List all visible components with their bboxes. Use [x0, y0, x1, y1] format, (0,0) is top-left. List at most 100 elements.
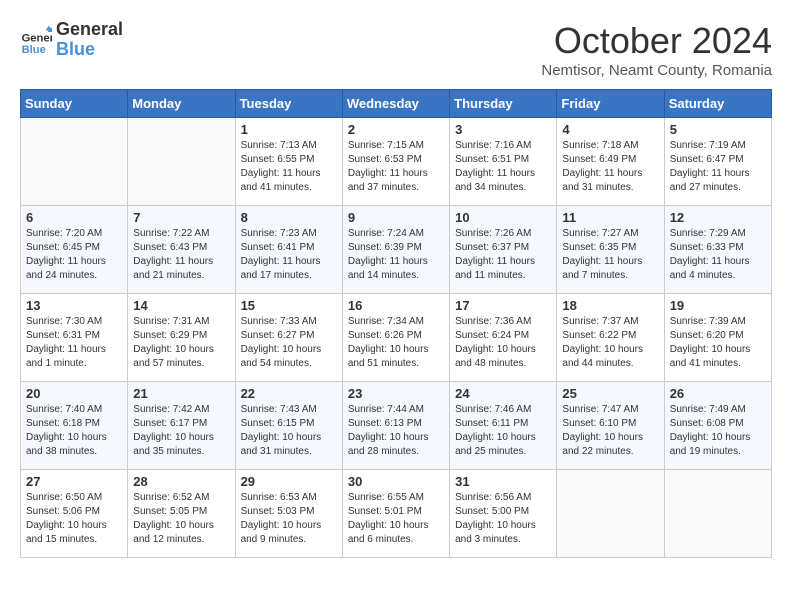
day-info: Sunrise: 7:31 AM Sunset: 6:29 PM Dayligh… [133, 315, 229, 371]
day-number: 18 [562, 298, 658, 313]
day-number: 14 [133, 298, 229, 313]
day-info: Sunrise: 7:34 AM Sunset: 6:26 PM Dayligh… [348, 315, 444, 371]
location: Nemtisor, Neamt County, Romania [541, 62, 772, 79]
calendar-cell: 21 Sunrise: 7:42 AM Sunset: 6:17 PM Dayli… [128, 382, 235, 470]
day-number: 12 [670, 210, 766, 225]
calendar-cell: 11Sunrise: 7:27 AM Sunset: 6:35 PM Dayli… [557, 206, 664, 294]
day-number: 8 [241, 210, 337, 225]
calendar-cell: 27 Sunrise: 6:50 AM Sunset: 5:06 PM Dayli… [21, 470, 128, 558]
calendar-header-thursday: Thursday [450, 90, 557, 118]
calendar-week-2: 6 Sunrise: 7:20 AM Sunset: 6:45 PM Daylig… [21, 206, 772, 294]
day-number: 20 [26, 386, 122, 401]
day-number: 22 [241, 386, 337, 401]
logo-blue: Blue [56, 40, 123, 60]
svg-text:General: General [22, 32, 52, 44]
calendar-cell: 26 Sunrise: 7:49 AM Sunset: 6:08 PM Dayli… [664, 382, 771, 470]
day-info: Sunrise: 7:16 AM Sunset: 6:51 PM Dayligh… [455, 139, 551, 195]
calendar-cell [21, 118, 128, 206]
calendar-cell: 5 Sunrise: 7:19 AM Sunset: 6:47 PM Daylig… [664, 118, 771, 206]
day-number: 10 [455, 210, 551, 225]
day-number: 21 [133, 386, 229, 401]
day-info: Sunrise: 7:33 AM Sunset: 6:27 PM Dayligh… [241, 315, 337, 371]
day-number: 13 [26, 298, 122, 313]
day-number: 3 [455, 122, 551, 137]
day-info: Sunrise: 7:44 AM Sunset: 6:13 PM Dayligh… [348, 403, 444, 459]
day-number: 2 [348, 122, 444, 137]
calendar-cell: 19Sunrise: 7:39 AM Sunset: 6:20 PM Dayli… [664, 294, 771, 382]
day-number: 5 [670, 122, 766, 137]
calendar-cell: 1 Sunrise: 7:13 AM Sunset: 6:55 PM Daylig… [235, 118, 342, 206]
day-info: Sunrise: 7:15 AM Sunset: 6:53 PM Dayligh… [348, 139, 444, 195]
day-number: 6 [26, 210, 122, 225]
day-number: 26 [670, 386, 766, 401]
day-number: 17 [455, 298, 551, 313]
calendar-cell: 23 Sunrise: 7:44 AM Sunset: 6:13 PM Dayli… [342, 382, 449, 470]
day-number: 7 [133, 210, 229, 225]
day-number: 23 [348, 386, 444, 401]
calendar-cell: 7 Sunrise: 7:22 AM Sunset: 6:43 PM Daylig… [128, 206, 235, 294]
day-number: 1 [241, 122, 337, 137]
logo-general: General [56, 20, 123, 40]
day-info: Sunrise: 7:22 AM Sunset: 6:43 PM Dayligh… [133, 227, 229, 283]
page-header: General Blue General Blue October 2024 N… [20, 20, 772, 79]
day-number: 31 [455, 474, 551, 489]
day-info: Sunrise: 6:55 AM Sunset: 5:01 PM Dayligh… [348, 491, 444, 547]
day-number: 24 [455, 386, 551, 401]
calendar-cell: 12 Sunrise: 7:29 AM Sunset: 6:33 PM Dayli… [664, 206, 771, 294]
calendar-cell: 15Sunrise: 7:33 AM Sunset: 6:27 PM Dayli… [235, 294, 342, 382]
day-info: Sunrise: 6:56 AM Sunset: 5:00 PM Dayligh… [455, 491, 551, 547]
day-info: Sunrise: 6:50 AM Sunset: 5:06 PM Dayligh… [26, 491, 122, 547]
day-number: 29 [241, 474, 337, 489]
calendar-cell: 31 Sunrise: 6:56 AM Sunset: 5:00 PM Dayli… [450, 470, 557, 558]
calendar-header-friday: Friday [557, 90, 664, 118]
day-info: Sunrise: 7:39 AM Sunset: 6:20 PM Dayligh… [670, 315, 766, 371]
calendar-cell: 17Sunrise: 7:36 AM Sunset: 6:24 PM Dayli… [450, 294, 557, 382]
calendar-cell [128, 118, 235, 206]
calendar-header-saturday: Saturday [664, 90, 771, 118]
logo-icon: General Blue [20, 24, 52, 56]
calendar-cell: 18 Sunrise: 7:37 AM Sunset: 6:22 PM Dayli… [557, 294, 664, 382]
day-info: Sunrise: 7:19 AM Sunset: 6:47 PM Dayligh… [670, 139, 766, 195]
day-info: Sunrise: 7:23 AM Sunset: 6:41 PM Dayligh… [241, 227, 337, 283]
day-info: Sunrise: 7:47 AM Sunset: 6:10 PM Dayligh… [562, 403, 658, 459]
day-info: Sunrise: 7:37 AM Sunset: 6:22 PM Dayligh… [562, 315, 658, 371]
calendar-week-5: 27 Sunrise: 6:50 AM Sunset: 5:06 PM Dayli… [21, 470, 772, 558]
day-number: 9 [348, 210, 444, 225]
calendar-cell: 4 Sunrise: 7:18 AM Sunset: 6:49 PM Daylig… [557, 118, 664, 206]
day-info: Sunrise: 6:52 AM Sunset: 5:05 PM Dayligh… [133, 491, 229, 547]
calendar-week-3: 13Sunrise: 7:30 AM Sunset: 6:31 PM Dayli… [21, 294, 772, 382]
day-number: 16 [348, 298, 444, 313]
day-number: 11 [562, 210, 658, 225]
calendar-cell: 14 Sunrise: 7:31 AM Sunset: 6:29 PM Dayli… [128, 294, 235, 382]
calendar-table: SundayMondayTuesdayWednesdayThursdayFrid… [20, 89, 772, 558]
day-info: Sunrise: 7:49 AM Sunset: 6:08 PM Dayligh… [670, 403, 766, 459]
day-info: Sunrise: 7:40 AM Sunset: 6:18 PM Dayligh… [26, 403, 122, 459]
title-area: October 2024 Nemtisor, Neamt County, Rom… [541, 20, 772, 79]
day-info: Sunrise: 7:20 AM Sunset: 6:45 PM Dayligh… [26, 227, 122, 283]
calendar-cell: 3 Sunrise: 7:16 AM Sunset: 6:51 PM Daylig… [450, 118, 557, 206]
day-info: Sunrise: 6:53 AM Sunset: 5:03 PM Dayligh… [241, 491, 337, 547]
day-number: 4 [562, 122, 658, 137]
day-number: 27 [26, 474, 122, 489]
calendar-cell: 29 Sunrise: 6:53 AM Sunset: 5:03 PM Dayli… [235, 470, 342, 558]
month-title: October 2024 [541, 20, 772, 62]
day-info: Sunrise: 7:24 AM Sunset: 6:39 PM Dayligh… [348, 227, 444, 283]
day-info: Sunrise: 7:26 AM Sunset: 6:37 PM Dayligh… [455, 227, 551, 283]
calendar-cell: 28Sunrise: 6:52 AM Sunset: 5:05 PM Dayli… [128, 470, 235, 558]
calendar-week-4: 20 Sunrise: 7:40 AM Sunset: 6:18 PM Dayli… [21, 382, 772, 470]
day-number: 30 [348, 474, 444, 489]
calendar-header-tuesday: Tuesday [235, 90, 342, 118]
day-info: Sunrise: 7:29 AM Sunset: 6:33 PM Dayligh… [670, 227, 766, 283]
day-info: Sunrise: 7:42 AM Sunset: 6:17 PM Dayligh… [133, 403, 229, 459]
calendar-cell: 13Sunrise: 7:30 AM Sunset: 6:31 PM Dayli… [21, 294, 128, 382]
calendar-header-monday: Monday [128, 90, 235, 118]
calendar-cell: 16 Sunrise: 7:34 AM Sunset: 6:26 PM Dayli… [342, 294, 449, 382]
day-info: Sunrise: 7:46 AM Sunset: 6:11 PM Dayligh… [455, 403, 551, 459]
calendar-cell: 20 Sunrise: 7:40 AM Sunset: 6:18 PM Dayli… [21, 382, 128, 470]
day-info: Sunrise: 7:13 AM Sunset: 6:55 PM Dayligh… [241, 139, 337, 195]
day-info: Sunrise: 7:18 AM Sunset: 6:49 PM Dayligh… [562, 139, 658, 195]
logo: General Blue General Blue [20, 20, 123, 60]
calendar-header-wednesday: Wednesday [342, 90, 449, 118]
calendar-cell: 8 Sunrise: 7:23 AM Sunset: 6:41 PM Daylig… [235, 206, 342, 294]
calendar-cell: 30 Sunrise: 6:55 AM Sunset: 5:01 PM Dayli… [342, 470, 449, 558]
